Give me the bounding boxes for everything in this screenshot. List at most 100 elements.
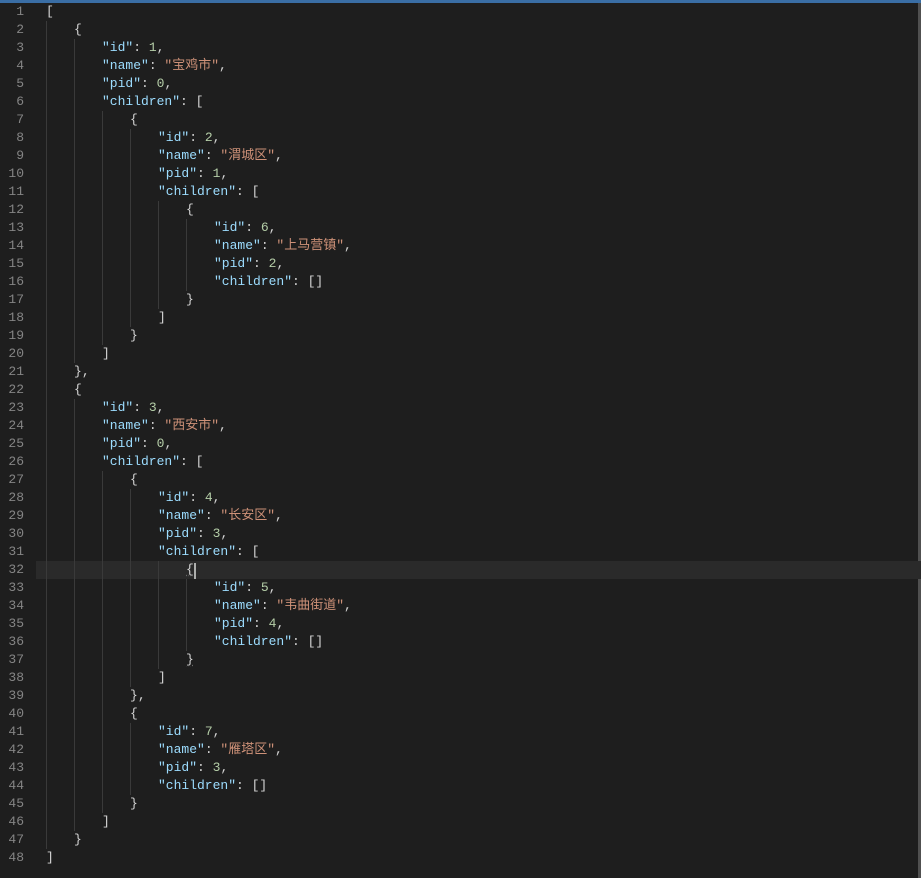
string-token: "西安市"	[164, 418, 219, 433]
code-line[interactable]: "name": "渭城区",	[36, 147, 921, 165]
code-line[interactable]: "name": "上马营镇",	[36, 237, 921, 255]
punctuation-token: :	[261, 238, 277, 253]
punctuation-token: ,	[220, 760, 228, 775]
punctuation-token: :	[236, 778, 252, 793]
punctuation-token: []	[308, 634, 324, 649]
code-line[interactable]: "pid": 1,	[36, 165, 921, 183]
code-line[interactable]: "id": 3,	[36, 399, 921, 417]
indent-guide	[186, 219, 187, 237]
punctuation-token: [	[196, 94, 204, 109]
code-line[interactable]: "children": [	[36, 453, 921, 471]
code-line[interactable]: "children": [	[36, 543, 921, 561]
code-line[interactable]: ]	[36, 345, 921, 363]
indent-guide	[74, 111, 75, 129]
indent-guide	[102, 201, 103, 219]
code-line[interactable]: "children": []	[36, 777, 921, 795]
code-line[interactable]: {	[36, 705, 921, 723]
punctuation-token: ,	[138, 688, 146, 703]
code-line[interactable]: {	[36, 561, 921, 579]
indent-guide	[130, 615, 131, 633]
line-number: 16	[0, 273, 24, 291]
code-line[interactable]: {	[36, 201, 921, 219]
indent-guide	[74, 471, 75, 489]
code-line[interactable]: ]	[36, 813, 921, 831]
code-line[interactable]: "children": []	[36, 633, 921, 651]
indent-guide	[46, 219, 47, 237]
code-line[interactable]: "pid": 4,	[36, 615, 921, 633]
code-line[interactable]: ]	[36, 669, 921, 687]
line-number: 4	[0, 57, 24, 75]
code-line[interactable]: "id": 4,	[36, 489, 921, 507]
indent-guide	[102, 111, 103, 129]
code-line[interactable]: "name": "韦曲街道",	[36, 597, 921, 615]
line-number: 26	[0, 453, 24, 471]
indent-guide	[46, 543, 47, 561]
code-line[interactable]: "pid": 0,	[36, 75, 921, 93]
code-line[interactable]: "id": 1,	[36, 39, 921, 57]
code-line[interactable]: "id": 5,	[36, 579, 921, 597]
indent-guide	[46, 453, 47, 471]
punctuation-token: }	[130, 796, 138, 811]
indent-guide	[74, 183, 75, 201]
punctuation-token: [	[252, 184, 260, 199]
key-token: "pid"	[158, 760, 197, 775]
indent-guide	[102, 687, 103, 705]
code-line[interactable]: ]	[36, 309, 921, 327]
code-line[interactable]: ]	[36, 849, 921, 867]
indent-guide	[158, 255, 159, 273]
line-number: 8	[0, 129, 24, 147]
code-line[interactable]: },	[36, 687, 921, 705]
code-line[interactable]: "name": "雁塔区",	[36, 741, 921, 759]
code-line[interactable]: "id": 2,	[36, 129, 921, 147]
code-line[interactable]: "name": "西安市",	[36, 417, 921, 435]
indent-guide	[46, 75, 47, 93]
punctuation-token: ,	[220, 166, 228, 181]
indent-guide	[158, 651, 159, 669]
punctuation-token: ,	[157, 40, 165, 55]
indent-guide	[46, 615, 47, 633]
code-line[interactable]: },	[36, 363, 921, 381]
punctuation-token: {	[186, 202, 194, 217]
code-line[interactable]: {	[36, 21, 921, 39]
indent-guide	[74, 39, 75, 57]
indent-guide	[46, 435, 47, 453]
code-line[interactable]: }	[36, 291, 921, 309]
indent-guide	[74, 507, 75, 525]
code-line[interactable]: "children": [	[36, 93, 921, 111]
code-line[interactable]: "name": "宝鸡市",	[36, 57, 921, 75]
code-line[interactable]: {	[36, 471, 921, 489]
indent-guide	[46, 795, 47, 813]
code-line[interactable]: "pid": 3,	[36, 525, 921, 543]
code-line[interactable]: {	[36, 381, 921, 399]
code-line[interactable]: "id": 7,	[36, 723, 921, 741]
code-line[interactable]: }	[36, 795, 921, 813]
code-line[interactable]: }	[36, 831, 921, 849]
key-token: "pid"	[158, 526, 197, 541]
code-line[interactable]: "pid": 0,	[36, 435, 921, 453]
code-content-area[interactable]: [{"id": 1,"name": "宝鸡市","pid": 0,"childr…	[36, 3, 921, 878]
code-line[interactable]: "id": 6,	[36, 219, 921, 237]
indent-guide	[130, 597, 131, 615]
code-line[interactable]: "pid": 2,	[36, 255, 921, 273]
line-number: 43	[0, 759, 24, 777]
line-number: 33	[0, 579, 24, 597]
code-line[interactable]: "name": "长安区",	[36, 507, 921, 525]
indent-guide	[186, 579, 187, 597]
indent-guide	[102, 183, 103, 201]
indent-guide	[46, 39, 47, 57]
code-editor[interactable]: 1234567891011121314151617181920212223242…	[0, 3, 921, 878]
line-number: 38	[0, 669, 24, 687]
code-line[interactable]: }	[36, 327, 921, 345]
code-line[interactable]: "children": []	[36, 273, 921, 291]
code-line[interactable]: "pid": 3,	[36, 759, 921, 777]
code-line[interactable]: }	[36, 651, 921, 669]
indent-guide	[74, 219, 75, 237]
code-line[interactable]: {	[36, 111, 921, 129]
indent-guide	[46, 399, 47, 417]
indent-guide	[46, 201, 47, 219]
indent-guide	[46, 687, 47, 705]
punctuation-token: :	[189, 490, 205, 505]
code-line[interactable]: [	[36, 3, 921, 21]
code-line[interactable]: "children": [	[36, 183, 921, 201]
indent-guide	[130, 507, 131, 525]
